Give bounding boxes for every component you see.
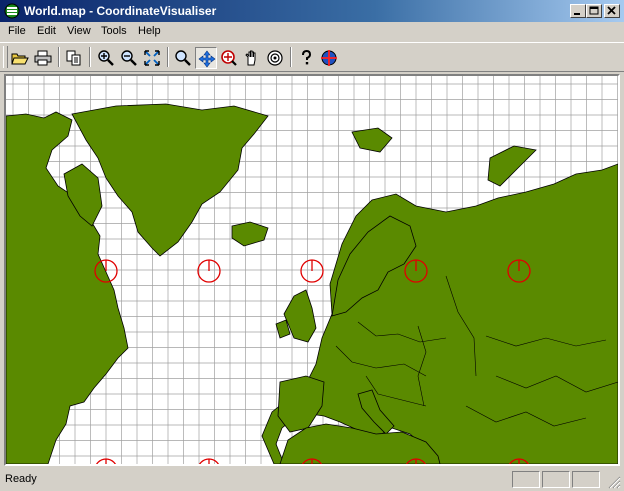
target-icon: [267, 50, 283, 66]
landmass-eurasia: [261, 163, 618, 464]
menu-help[interactable]: Help: [138, 25, 161, 37]
menu-bar: File Edit View Tools Help: [0, 22, 624, 42]
window-title: World.map - CoordinateVisualiser: [24, 4, 217, 18]
zoom-window-button[interactable]: [218, 47, 240, 69]
status-bar: Ready: [0, 468, 624, 491]
landmasses: [6, 103, 618, 464]
zoom-window-icon: [221, 50, 237, 66]
minimize-icon: [574, 13, 580, 15]
globe-icon[interactable]: [4, 3, 20, 19]
toolbar-separator: [167, 47, 169, 67]
toolbar-separator: [58, 47, 60, 67]
help-icon: [302, 49, 312, 65]
toolbar-separator: [290, 47, 292, 67]
print-icon: [34, 50, 52, 66]
close-button[interactable]: [604, 4, 620, 18]
crosshair-globe-icon: [321, 50, 337, 66]
title-bar[interactable]: World.map - CoordinateVisualiser: [0, 0, 624, 22]
print-button[interactable]: [32, 47, 54, 69]
toolbar-separator: [89, 47, 91, 67]
open-folder-icon: [11, 53, 29, 65]
open-button[interactable]: [9, 47, 31, 69]
toolbar: [0, 42, 624, 72]
menu-edit[interactable]: Edit: [37, 25, 56, 37]
menu-file[interactable]: File: [8, 25, 26, 37]
coordinate-marker: [96, 458, 116, 464]
zoom-extents-icon: [144, 50, 160, 66]
hand-icon: [245, 50, 256, 66]
magnify-icon: [175, 50, 191, 66]
zoom-extents-button[interactable]: [141, 47, 163, 69]
landmass-novaya-zemlya: [487, 145, 537, 187]
status-text: Ready: [5, 473, 37, 485]
coordinate-marker: [199, 458, 219, 464]
map-view[interactable]: [4, 74, 620, 466]
copy-button[interactable]: [63, 47, 85, 69]
status-pane-2: [542, 471, 570, 488]
close-icon: [607, 6, 616, 15]
pan-button[interactable]: [195, 47, 217, 69]
zoom-out-button[interactable]: [118, 47, 140, 69]
pan-arrows-icon: [198, 50, 216, 68]
minimize-button[interactable]: [570, 4, 586, 18]
copy-icon: [66, 50, 81, 66]
resize-grip-icon[interactable]: [608, 476, 621, 489]
zoom-in-button[interactable]: [95, 47, 117, 69]
landmass-iberia: [277, 375, 325, 433]
status-pane-3: [572, 471, 600, 488]
coordinate-marker: [197, 259, 221, 283]
coordinate-marker: [300, 259, 324, 283]
maximize-icon: [589, 6, 599, 15]
hand-button[interactable]: [241, 47, 263, 69]
crosshair-globe-button[interactable]: [318, 47, 340, 69]
world-map[interactable]: [6, 76, 618, 464]
menu-view[interactable]: View: [67, 25, 91, 37]
toolbar-grip[interactable]: [3, 46, 8, 68]
magnify-button[interactable]: [172, 47, 194, 69]
zoom-out-icon: [121, 50, 137, 66]
status-pane-1: [512, 471, 540, 488]
help-button[interactable]: [295, 47, 317, 69]
maximize-button[interactable]: [586, 4, 602, 18]
zoom-in-icon: [98, 50, 114, 66]
landmass-svalbard: [351, 127, 393, 153]
menu-tools[interactable]: Tools: [101, 25, 127, 37]
landmass-iceland: [231, 221, 269, 247]
target-button[interactable]: [264, 47, 286, 69]
